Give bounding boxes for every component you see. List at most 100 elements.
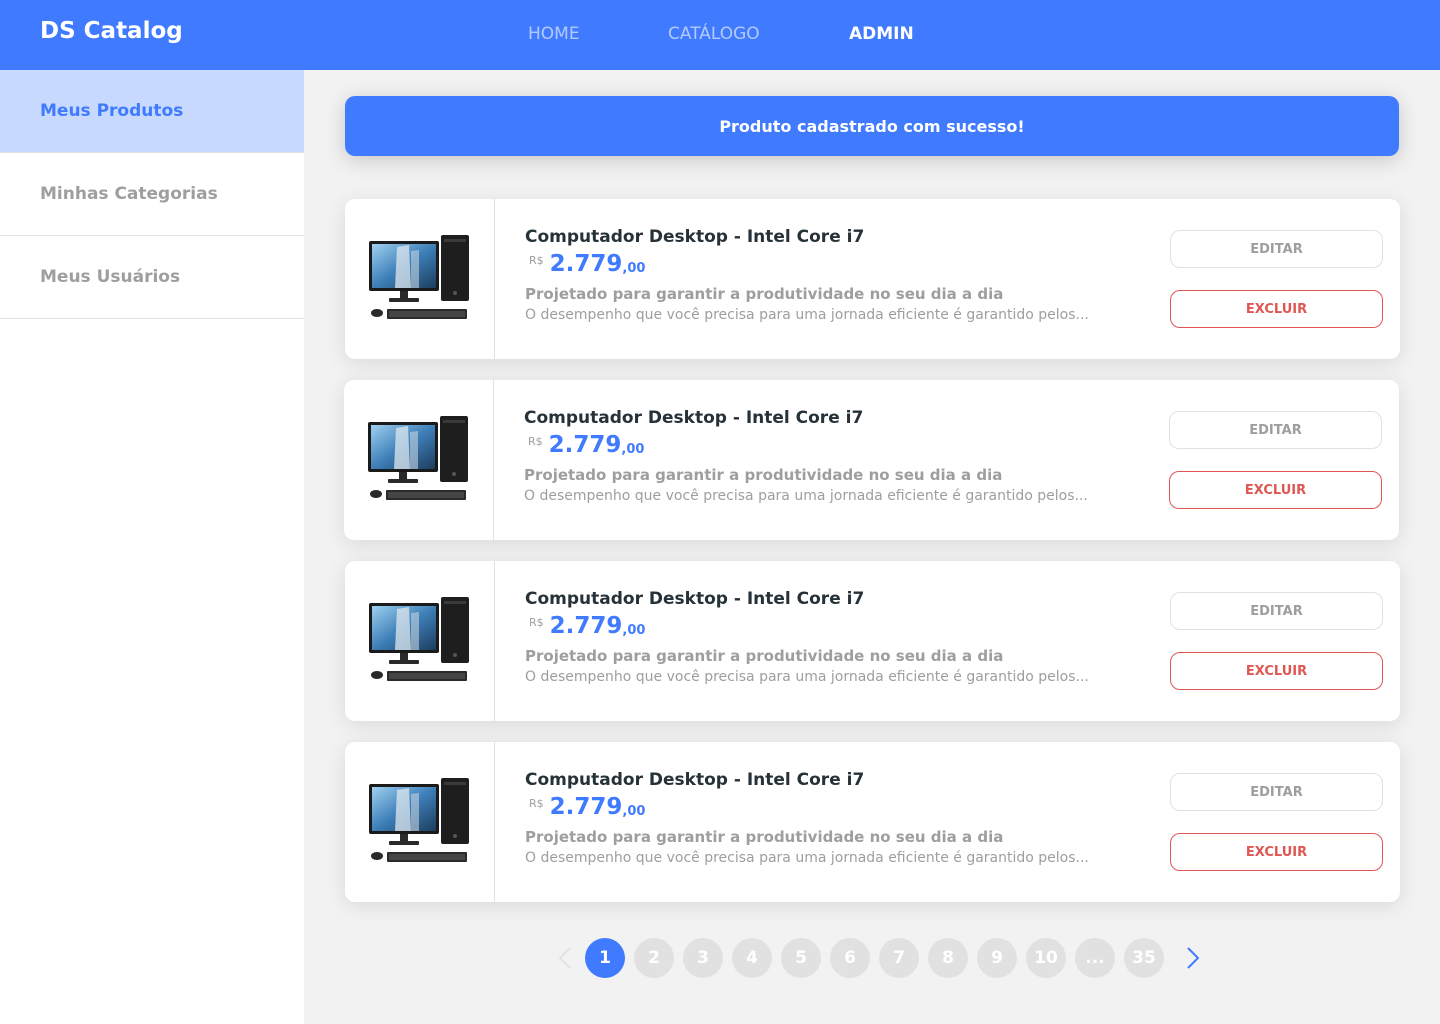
page-button[interactable]: 6 <box>830 938 870 978</box>
edit-button[interactable]: EDITAR <box>1169 411 1382 449</box>
tower-power-button <box>453 834 457 838</box>
price-currency: R$ <box>529 616 544 629</box>
monitor-base <box>388 479 418 483</box>
product-price: R$ 2.779 ,00 <box>528 432 1124 464</box>
tower-panel <box>444 239 466 242</box>
price-integer: 2.779 <box>548 432 622 458</box>
product-name[interactable]: Computador Desktop - Intel Core i7 <box>525 227 1125 247</box>
tower-power-button <box>453 653 457 657</box>
screen-building-2 <box>411 250 419 288</box>
product-subtitle: Projetado para garantir a produtividade … <box>525 828 1004 846</box>
price-cents: ,00 <box>621 442 645 457</box>
page-button[interactable]: 8 <box>928 938 968 978</box>
chevron-right-icon[interactable] <box>1173 938 1213 978</box>
delete-button[interactable]: EXCLUIR <box>1169 471 1382 509</box>
page-button[interactable]: 35 <box>1124 938 1164 978</box>
mouse <box>370 490 382 498</box>
screen-building-2 <box>411 612 419 650</box>
page-button[interactable]: 9 <box>977 938 1017 978</box>
monitor-base <box>389 298 419 302</box>
product-description: O desempenho que você precisa para uma j… <box>525 669 1089 685</box>
chevron-left-icon[interactable] <box>545 938 585 978</box>
desktop-computer-icon <box>368 416 468 500</box>
product-subtitle: Projetado para garantir a produtividade … <box>524 466 1003 484</box>
page-button[interactable]: 4 <box>732 938 772 978</box>
screen-building <box>395 245 411 288</box>
product-info: Computador Desktop - Intel Core i7 R$ 2.… <box>524 408 1124 504</box>
tower-panel <box>444 782 466 785</box>
sidebar-item-users[interactable]: Meus Usuários <box>0 236 304 319</box>
product-name[interactable]: Computador Desktop - Intel Core i7 <box>525 770 1125 790</box>
edit-button[interactable]: EDITAR <box>1170 592 1383 630</box>
monitor-neck <box>399 472 407 479</box>
price-currency: R$ <box>529 254 544 267</box>
brand-logo[interactable]: DS Catalog <box>40 18 183 44</box>
monitor-neck <box>400 653 408 660</box>
desktop-computer-icon <box>369 778 469 862</box>
product-price: R$ 2.779 ,00 <box>529 251 1125 283</box>
keyboard-keys <box>389 311 465 317</box>
tower-power-button <box>453 291 457 295</box>
product-image <box>345 561 495 721</box>
price-cents: ,00 <box>622 623 646 638</box>
price-cents: ,00 <box>622 261 646 276</box>
mouse <box>371 852 383 860</box>
desktop-computer-icon <box>369 597 469 681</box>
screen-building <box>395 607 411 650</box>
nav-catalog-link[interactable]: CATÁLOGO <box>668 24 760 44</box>
price-cents: ,00 <box>622 804 646 819</box>
product-info: Computador Desktop - Intel Core i7 R$ 2.… <box>525 227 1125 323</box>
keyboard-keys <box>388 492 464 498</box>
price-integer: 2.779 <box>549 613 623 639</box>
delete-button[interactable]: EXCLUIR <box>1170 652 1383 690</box>
page-button[interactable]: ... <box>1075 938 1115 978</box>
page-button[interactable]: 3 <box>683 938 723 978</box>
screen-building <box>394 426 410 469</box>
price-integer: 2.779 <box>549 251 623 277</box>
edit-button[interactable]: EDITAR <box>1170 230 1383 268</box>
keyboard-keys <box>389 673 465 679</box>
product-card: Computador Desktop - Intel Core i7 R$ 2.… <box>345 199 1400 359</box>
monitor-neck <box>400 834 408 841</box>
product-description: O desempenho que você precisa para uma j… <box>525 850 1089 866</box>
product-image <box>345 199 495 359</box>
page-button[interactable]: 7 <box>879 938 919 978</box>
monitor-neck <box>400 291 408 298</box>
page-button[interactable]: 1 <box>585 938 625 978</box>
nav-admin-link[interactable]: ADMIN <box>849 24 914 44</box>
page-list: 1 2 3 4 5 6 7 8 9 10... 35 <box>585 938 1173 978</box>
sidebar-item-categories[interactable]: Minhas Categorias <box>0 153 304 236</box>
monitor-base <box>389 841 419 845</box>
product-description: O desempenho que você precisa para uma j… <box>524 488 1088 504</box>
page-button[interactable]: 5 <box>781 938 821 978</box>
page-button[interactable]: 10 <box>1026 938 1066 978</box>
price-currency: R$ <box>529 797 544 810</box>
product-subtitle: Projetado para garantir a produtividade … <box>525 647 1004 665</box>
desktop-computer-icon <box>369 235 469 319</box>
screen-building-2 <box>410 431 418 469</box>
product-price: R$ 2.779 ,00 <box>529 613 1125 645</box>
admin-sidebar: Meus Produtos Minhas Categorias Meus Usu… <box>0 70 304 1024</box>
nav-home-link[interactable]: HOME <box>528 24 580 44</box>
sidebar-item-products[interactable]: Meus Produtos <box>0 70 304 153</box>
top-navbar: DS Catalog HOME CATÁLOGO ADMIN <box>0 0 1440 70</box>
tower-panel <box>443 420 465 423</box>
edit-button[interactable]: EDITAR <box>1170 773 1383 811</box>
keyboard-keys <box>389 854 465 860</box>
mouse <box>371 671 383 679</box>
product-image <box>344 380 494 540</box>
mouse <box>371 309 383 317</box>
delete-button[interactable]: EXCLUIR <box>1170 833 1383 871</box>
screen-building-2 <box>411 793 419 831</box>
page-button[interactable]: 2 <box>634 938 674 978</box>
tower-power-button <box>452 472 456 476</box>
product-name[interactable]: Computador Desktop - Intel Core i7 <box>524 408 1124 428</box>
product-name[interactable]: Computador Desktop - Intel Core i7 <box>525 589 1125 609</box>
product-card: Computador Desktop - Intel Core i7 R$ 2.… <box>345 742 1400 902</box>
delete-button[interactable]: EXCLUIR <box>1170 290 1383 328</box>
product-image <box>345 742 495 902</box>
monitor-base <box>389 660 419 664</box>
product-subtitle: Projetado para garantir a produtividade … <box>525 285 1004 303</box>
product-card: Computador Desktop - Intel Core i7 R$ 2.… <box>345 561 1400 721</box>
price-currency: R$ <box>528 435 543 448</box>
